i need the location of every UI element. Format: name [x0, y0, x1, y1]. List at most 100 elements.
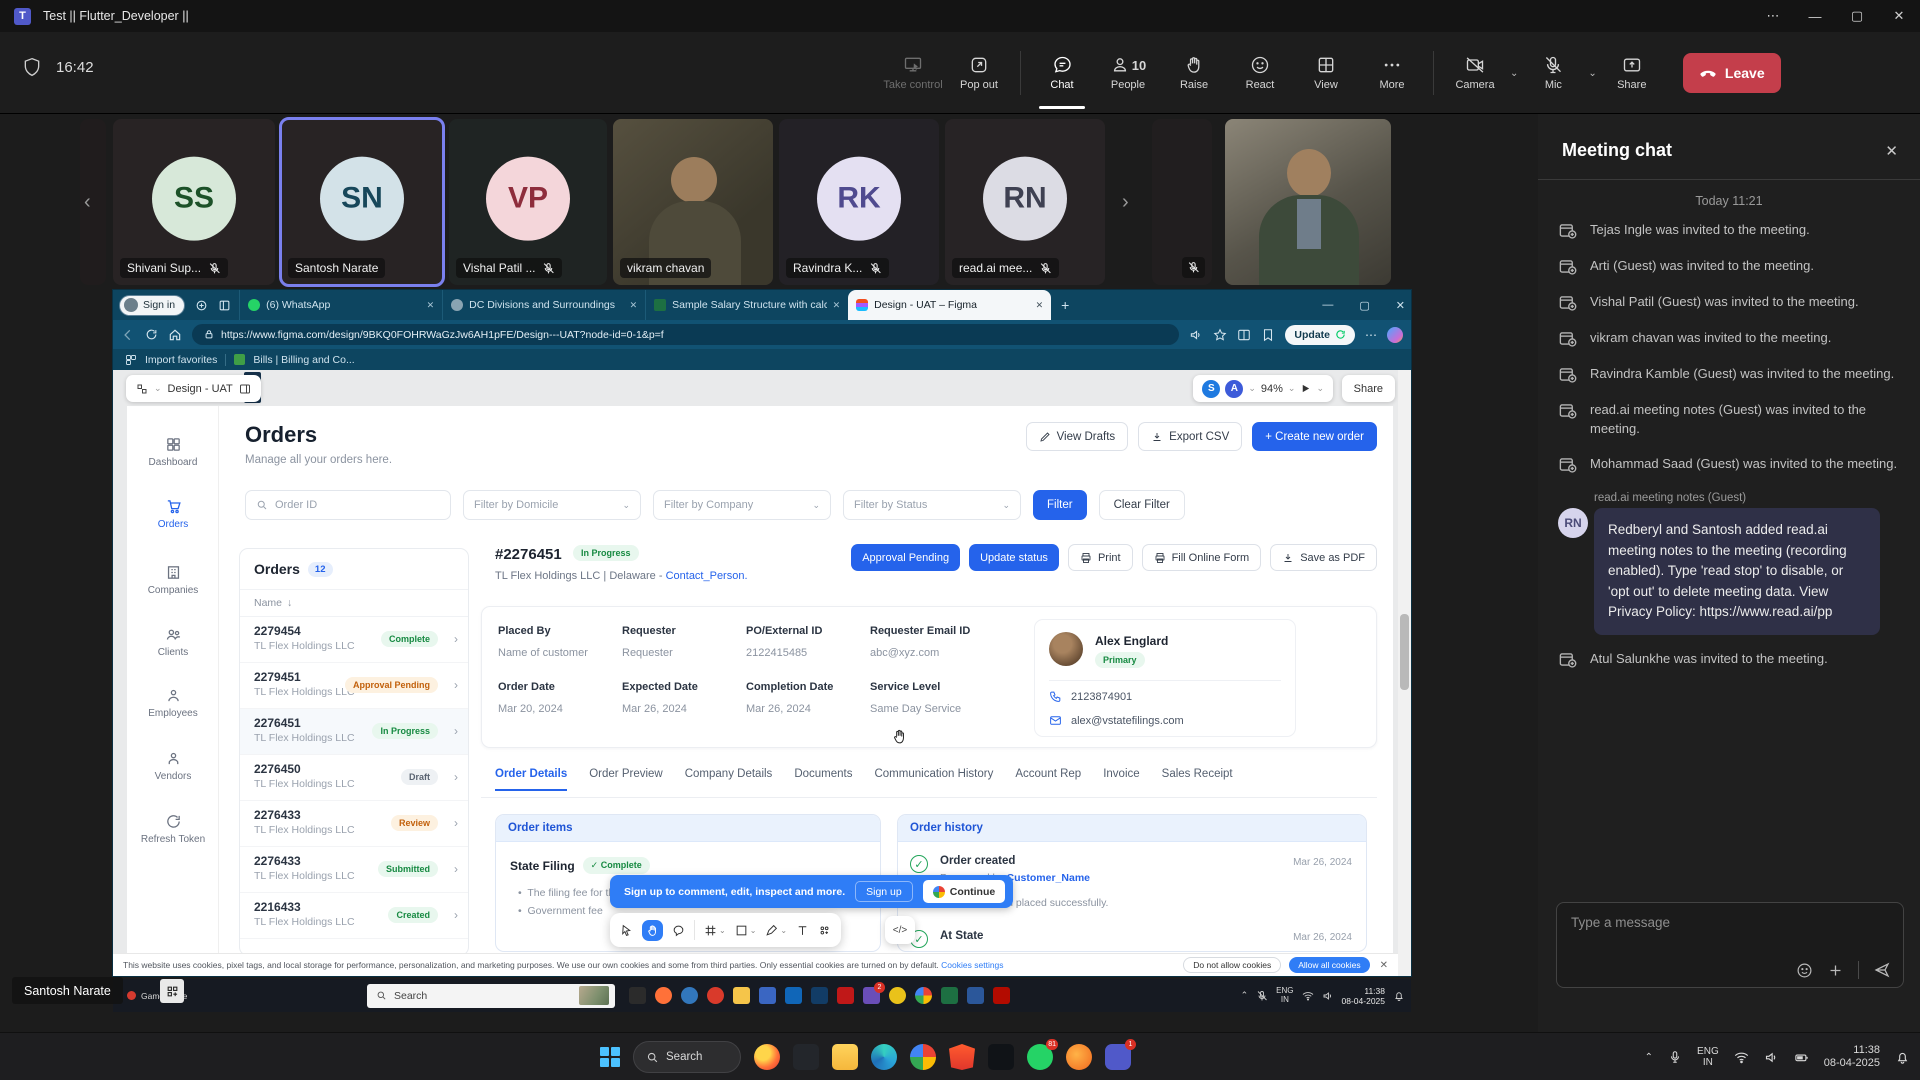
browser-tab[interactable]: (6) WhatsApp✕	[239, 290, 442, 320]
contact-email[interactable]: alex@vstatefilings.com	[1071, 715, 1184, 727]
tab-close-icon[interactable]: ✕	[833, 300, 841, 311]
view-button[interactable]: View	[1293, 55, 1359, 91]
scroll-left-chevron-icon[interactable]: ‹	[84, 191, 91, 214]
tab-order-preview[interactable]: Order Preview	[589, 768, 663, 789]
approval-pending-button[interactable]: Approval Pending	[851, 544, 960, 571]
more-button[interactable]: More	[1359, 55, 1425, 91]
volume-icon[interactable]	[1322, 990, 1334, 1002]
chrome-icon[interactable]	[910, 1044, 936, 1070]
chevron-down-icon[interactable]: ⌄	[1288, 383, 1296, 394]
attach-plus-icon[interactable]	[1827, 962, 1844, 979]
react-button[interactable]: React	[1227, 55, 1293, 91]
browser-update-button[interactable]: Update	[1285, 325, 1355, 345]
office-icon[interactable]: 2	[863, 987, 880, 1004]
sidebar-item-refresh-token[interactable]: Refresh Token	[127, 813, 219, 845]
figma-share-button[interactable]: Share	[1342, 375, 1395, 402]
share-overlay-grid-icon[interactable]	[160, 979, 184, 1003]
present-play-icon[interactable]	[1300, 383, 1311, 394]
filter-by-domicile-select[interactable]: Filter by Domicile⌄	[463, 490, 641, 520]
edge-icon[interactable]	[871, 1044, 897, 1070]
window-maximize-button[interactable]: ▢	[1836, 0, 1878, 32]
browser-tab[interactable]: DC Divisions and Surroundings✕	[442, 290, 645, 320]
tray-chevron-icon[interactable]: ⌃	[1645, 1052, 1653, 1063]
notification-bell-icon[interactable]	[1895, 1050, 1910, 1065]
chat-close-icon[interactable]: ✕	[1885, 142, 1898, 160]
battery-icon[interactable]	[1794, 1050, 1809, 1065]
shared-search-box[interactable]: Search	[367, 984, 615, 1008]
update-status-button[interactable]: Update status	[969, 544, 1059, 571]
sidebar-item-companies[interactable]: Companies	[127, 564, 219, 596]
file-explorer-icon[interactable]	[733, 987, 750, 1004]
tab-account-rep[interactable]: Account Rep	[1015, 768, 1081, 789]
browser-menu-icon[interactable]: ⋯	[1365, 328, 1377, 342]
tab-invoice[interactable]: Invoice	[1103, 768, 1139, 789]
order-row-selected[interactable]: 2276451TL Flex Holdings LLC In Progress …	[240, 709, 468, 755]
figma-menu-icon[interactable]	[136, 383, 148, 395]
browser-signin-button[interactable]: Sign in	[119, 295, 185, 316]
column-header[interactable]: Name	[254, 597, 282, 609]
address-bar[interactable]: https://www.figma.com/design/9BKQ0FOHRWa…	[192, 324, 1179, 345]
sidebar-item-employees[interactable]: Employees	[127, 687, 219, 719]
browser-tab[interactable]: Sample Salary Structure with calc✕	[645, 290, 848, 320]
contact-phone[interactable]: 2123874901	[1071, 691, 1132, 703]
participant-tile[interactable]: RN read.ai mee...	[945, 119, 1105, 285]
opera-icon[interactable]	[707, 987, 724, 1004]
language-indicator[interactable]: ENGIN	[1697, 1046, 1719, 1068]
mcafee-icon[interactable]	[837, 987, 854, 1004]
sort-arrow-icon[interactable]: ↓	[287, 597, 292, 609]
participant-tile[interactable]: SS Shivani Sup...	[113, 119, 275, 285]
sidebar-item-dashboard[interactable]: Dashboard	[127, 436, 219, 468]
teams-icon[interactable]: 1	[1105, 1044, 1131, 1070]
window-more-icon[interactable]: ⋯	[1752, 0, 1794, 32]
browser-minimize-icon[interactable]: —	[1322, 299, 1333, 311]
people-button[interactable]: 10 People	[1095, 55, 1161, 91]
zoom-level[interactable]: 94%	[1261, 383, 1283, 395]
customer-name-link[interactable]: Customer_Name	[1007, 872, 1090, 884]
layout-panels-icon[interactable]	[239, 383, 251, 395]
language-indicator[interactable]: ENGIN	[1276, 987, 1293, 1004]
outlook-icon[interactable]	[785, 987, 802, 1004]
bookmark-item[interactable]: Import favorites	[145, 354, 217, 366]
taskbar-search[interactable]: Search	[633, 1041, 741, 1073]
contact-person-link[interactable]: Contact_Person.	[666, 570, 748, 582]
volume-icon[interactable]	[1764, 1050, 1779, 1065]
tab-close-icon[interactable]: ✕	[630, 300, 638, 311]
app-icon[interactable]	[629, 987, 646, 1004]
participant-tile-active-speaker[interactable]: SN Santosh Narate	[281, 119, 443, 285]
split-screen-icon[interactable]	[1237, 328, 1251, 342]
home-icon[interactable]	[168, 328, 182, 342]
app-icon[interactable]	[681, 987, 698, 1004]
scrollbar-thumb[interactable]	[1400, 614, 1409, 690]
tab-sales-receipt[interactable]: Sales Receipt	[1162, 768, 1233, 789]
read-aloud-icon[interactable]	[1189, 328, 1203, 342]
sign-up-button[interactable]: Sign up	[855, 881, 913, 902]
vertical-tabs-icon[interactable]	[218, 299, 231, 312]
sidebar-item-vendors[interactable]: Vendors	[127, 750, 219, 782]
new-tab-button[interactable]: +	[1061, 297, 1069, 313]
filter-apply-button[interactable]: Filter	[1033, 490, 1087, 520]
cookies-settings-link[interactable]: Cookies settings	[941, 960, 1003, 970]
app-icon[interactable]	[759, 987, 776, 1004]
firefox-icon[interactable]	[655, 987, 672, 1004]
browser-maximize-icon[interactable]: ▢	[1359, 299, 1369, 312]
mic-tray-icon[interactable]	[1668, 1050, 1682, 1064]
create-new-order-button[interactable]: + Create new order	[1252, 422, 1377, 451]
order-id-search-input[interactable]: Order ID	[245, 490, 451, 520]
whatsapp-icon[interactable]: 81	[1027, 1044, 1053, 1070]
order-row[interactable]: 2279451TL Flex Holdings LLC Approval Pen…	[240, 663, 468, 709]
favorites-bar-icon[interactable]	[1261, 328, 1275, 342]
chrome-icon[interactable]	[915, 987, 932, 1004]
order-row[interactable]: 2276433TL Flex Holdings LLC Review ›	[240, 801, 468, 847]
sidebar-item-clients[interactable]: Clients	[127, 626, 219, 658]
mic-muted-tray-icon[interactable]	[1256, 990, 1268, 1002]
emoji-icon[interactable]	[1796, 962, 1813, 979]
order-row[interactable]: 2216433TL Flex Holdings LLC Created ›	[240, 893, 468, 939]
shared-clock[interactable]: 11:3808-04-2025	[1342, 986, 1385, 1006]
filter-by-company-select[interactable]: Filter by Company⌄	[653, 490, 831, 520]
order-row[interactable]: 2279454TL Flex Holdings LLC Complete ›	[240, 617, 468, 663]
filter-by-status-select[interactable]: Filter by Status⌄	[843, 490, 1021, 520]
file-explorer-icon[interactable]	[832, 1044, 858, 1070]
tab-close-icon[interactable]: ✕	[427, 300, 435, 311]
browser-tab-active[interactable]: Design - UAT – Figma✕	[848, 290, 1051, 320]
pop-out-button[interactable]: Pop out	[946, 55, 1012, 91]
